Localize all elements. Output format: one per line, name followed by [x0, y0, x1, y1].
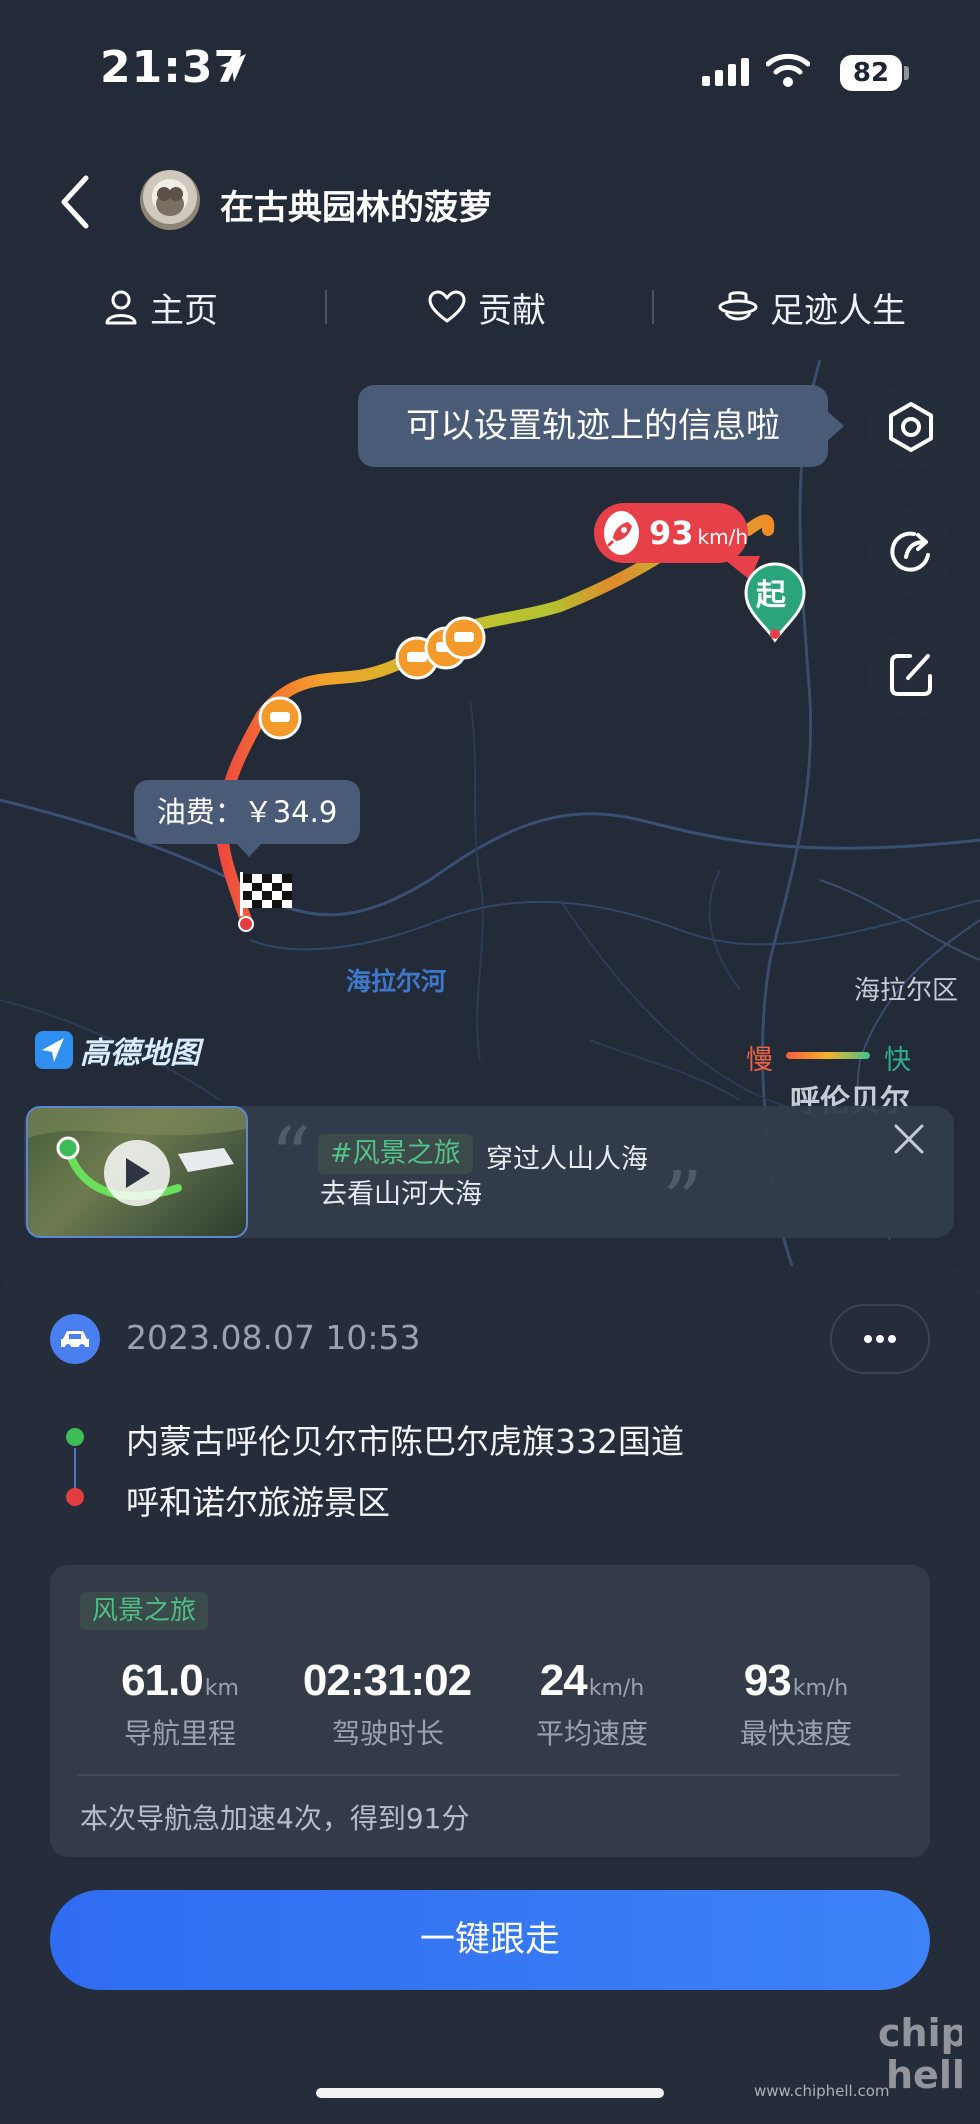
heart-icon	[428, 290, 466, 323]
battery-indicator: 82	[840, 55, 902, 91]
route-connector-line	[74, 1448, 76, 1490]
stat-unit: km	[204, 1676, 239, 1701]
location-arrow-icon	[220, 54, 246, 82]
stat-value: 24	[539, 1656, 588, 1705]
quote-open-icon: “	[270, 1110, 311, 1203]
start-address: 内蒙古呼伦贝尔市陈巴尔虎旗332国道	[126, 1422, 684, 1461]
battery-tip	[904, 66, 909, 80]
more-options-button[interactable]	[830, 1304, 930, 1374]
share-icon	[890, 531, 930, 572]
svg-text:hell: hell	[886, 2053, 962, 2094]
stat-label: 导航里程	[123, 1717, 236, 1750]
follow-route-button[interactable]: 一键跟走	[50, 1890, 930, 1990]
person-icon	[105, 290, 137, 325]
stats-divider	[78, 1774, 900, 1776]
track-settings-button[interactable]	[868, 384, 954, 470]
hexagon-settings-icon	[889, 402, 933, 452]
stat-max-speed: 93km/h 最快速度	[696, 1656, 896, 1752]
svg-text:chip: chip	[878, 2011, 962, 2055]
stat-average-speed: 24km/h 平均速度	[492, 1656, 692, 1752]
scenic-caption-line1: 穿过人山人海	[486, 1144, 648, 1175]
end-address: 呼和诺尔旅游景区	[126, 1483, 390, 1522]
stat-value: 02:31:02	[302, 1656, 472, 1705]
avatar[interactable]	[140, 170, 200, 230]
map-label-river: 海拉尔河	[346, 967, 447, 996]
car-icon	[50, 1314, 100, 1364]
start-pin-label: 起	[756, 578, 786, 613]
share-button[interactable]	[868, 509, 954, 595]
event-marker[interactable]	[442, 616, 486, 660]
stat-duration: 02:31:02 驾驶时长	[288, 1656, 488, 1752]
event-marker[interactable]	[258, 696, 302, 740]
edit-icon	[890, 654, 932, 696]
tab-divider	[652, 290, 654, 324]
speed-legend-fast: 快	[884, 1045, 911, 1076]
map-label-district: 海拉尔区	[854, 976, 959, 1006]
start-pin[interactable]: 起	[744, 562, 806, 648]
play-button[interactable]	[104, 1140, 170, 1206]
fuel-cost-tail	[236, 843, 262, 857]
stat-value: 61.0	[121, 1656, 204, 1705]
tab-contribution[interactable]: 贡献	[428, 282, 546, 332]
finish-flag-icon	[240, 872, 292, 916]
rocket-icon	[604, 511, 639, 555]
signal-icon	[702, 58, 749, 86]
fuel-cost-label: 油费：￥34.9	[134, 780, 360, 844]
footprint-hat-icon	[718, 291, 758, 321]
tab-contribution-label: 贡献	[478, 290, 546, 331]
stat-unit: km/h	[792, 1676, 849, 1701]
tab-divider	[325, 290, 327, 324]
max-speed-unit: km/h	[697, 525, 748, 549]
map-provider: 高德地图	[80, 1036, 200, 1071]
scenic-tag[interactable]: #风景之旅	[318, 1134, 473, 1174]
stat-label: 平均速度	[535, 1717, 648, 1750]
more-dots-icon	[864, 1335, 896, 1343]
trip-datetime: 2023.08.07 10:53	[126, 1318, 421, 1357]
driving-summary: 本次导航急加速4次，得到91分	[80, 1802, 470, 1835]
tab-home-label: 主页	[150, 290, 218, 331]
route-end-dot	[66, 1488, 84, 1506]
tab-footprint-label: 足迹人生	[770, 290, 906, 331]
max-speed-marker[interactable]: 93 km/h	[594, 503, 748, 563]
amap-logo-icon	[35, 1031, 73, 1069]
map-tooltip-tail	[826, 410, 844, 442]
stat-value: 93	[743, 1656, 792, 1705]
scenic-caption-line2: 去看山河大海	[320, 1179, 482, 1210]
trip-tag: 风景之旅	[80, 1592, 209, 1630]
quote-close-icon: ”	[662, 1154, 703, 1247]
route-start-dot	[66, 1428, 84, 1446]
stat-label: 驾驶时长	[331, 1717, 444, 1750]
wifi-icon	[766, 53, 810, 87]
stat-label: 最快速度	[739, 1717, 852, 1750]
back-icon[interactable]	[58, 174, 92, 230]
stat-unit: km/h	[588, 1676, 645, 1701]
amap-logo: 高德地图	[34, 1028, 200, 1072]
speed-legend-bar	[786, 1052, 870, 1059]
home-indicator[interactable]	[316, 2088, 664, 2098]
speed-legend-slow: 慢	[746, 1045, 773, 1076]
close-icon[interactable]	[892, 1122, 926, 1156]
profile-name: 在古典园林的菠萝	[220, 188, 492, 228]
max-speed-value: 93	[648, 514, 694, 552]
tab-footprint[interactable]: 足迹人生	[718, 282, 906, 332]
edit-button[interactable]	[868, 632, 954, 718]
tab-home[interactable]: 主页	[104, 282, 218, 332]
watermark-url: www.chiphell.com	[754, 2082, 890, 2100]
map-tooltip: 可以设置轨迹上的信息啦	[358, 385, 828, 467]
play-icon	[126, 1158, 150, 1188]
stat-distance: 61.0km 导航里程	[80, 1656, 280, 1752]
